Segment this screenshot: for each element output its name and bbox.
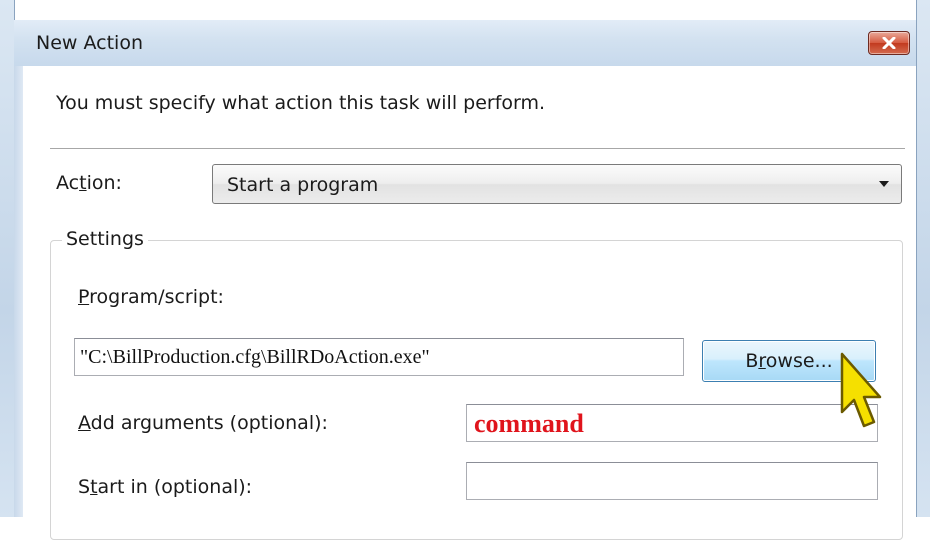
mouse-pointer-icon — [840, 352, 882, 428]
window-border-left — [14, 66, 23, 517]
close-button[interactable] — [868, 31, 910, 55]
title-bar[interactable] — [14, 20, 916, 66]
browse-button-label: Browse... — [745, 350, 833, 372]
action-dropdown-value: Start a program — [227, 174, 379, 196]
page-background — [14, 0, 916, 20]
action-dropdown[interactable]: Start a program — [212, 164, 902, 204]
instruction-text: You must specify what action this task w… — [56, 92, 546, 114]
start-in-label: Start in (optional): — [78, 476, 253, 498]
close-icon — [882, 37, 896, 49]
window-frame-left — [0, 0, 15, 517]
separator — [50, 148, 905, 150]
program-script-label: Program/script: — [78, 286, 224, 308]
chevron-down-icon[interactable] — [879, 181, 889, 187]
add-arguments-label: Add arguments (optional): — [78, 412, 328, 434]
window-frame-right — [916, 0, 930, 517]
start-in-input[interactable] — [466, 462, 878, 500]
action-label: Action: — [56, 172, 122, 194]
settings-legend: Settings — [62, 228, 148, 250]
window-title: New Action — [36, 32, 143, 54]
arguments-annotation: command — [474, 409, 584, 438]
program-script-value: "C:\BillProduction.cfg\BillRDoAction.exe… — [80, 346, 430, 368]
